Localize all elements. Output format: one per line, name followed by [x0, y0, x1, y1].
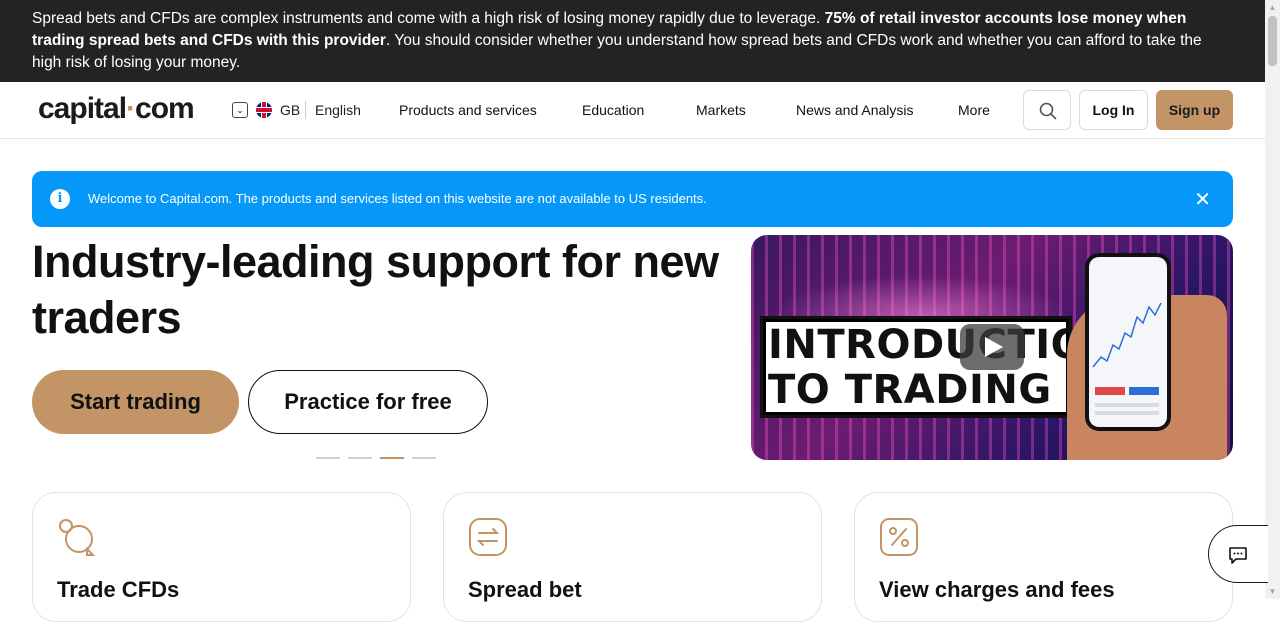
- intro-video-thumbnail[interactable]: INTRODUCTION TO TRADING: [751, 235, 1233, 460]
- region-code[interactable]: GB: [280, 102, 300, 118]
- risk-warning-text: Spread bets and CFDs are complex instrum…: [32, 10, 825, 27]
- search-icon: [1039, 102, 1057, 120]
- page-scrollbar[interactable]: ▲ ▼: [1265, 0, 1280, 599]
- charges-and-fees-card[interactable]: View charges and fees: [854, 492, 1233, 622]
- chat-button[interactable]: [1208, 525, 1268, 583]
- carousel-dot-2[interactable]: [348, 457, 372, 459]
- login-button[interactable]: Log In: [1079, 90, 1148, 130]
- chevron-down-icon[interactable]: ⌄: [232, 102, 248, 118]
- carousel-dot-4[interactable]: [412, 457, 436, 459]
- card-title: View charges and fees: [879, 577, 1115, 602]
- logo-dot: ·: [126, 92, 136, 125]
- scroll-thumb[interactable]: [1268, 16, 1277, 66]
- coins-icon: [59, 519, 96, 556]
- capital-logo[interactable]: capital·com: [38, 92, 195, 126]
- logo-text-suffix: com: [135, 92, 195, 125]
- swap-arrows-icon: [469, 518, 507, 556]
- start-trading-button[interactable]: Start trading: [32, 370, 239, 434]
- scroll-up-arrow-icon[interactable]: ▲: [1265, 0, 1280, 15]
- nav-more[interactable]: More: [958, 102, 990, 118]
- phone-image: [1085, 253, 1171, 431]
- hero-title: Industry-leading support for new traders: [32, 236, 719, 343]
- percent-icon: [880, 518, 918, 556]
- search-button[interactable]: [1023, 90, 1071, 130]
- us-residents-banner: i Welcome to Capital.com. The products a…: [32, 171, 1233, 227]
- practice-for-free-button[interactable]: Practice for free: [248, 370, 488, 434]
- carousel-dot-1[interactable]: [316, 457, 340, 459]
- trade-cfds-card[interactable]: Trade CFDs: [32, 492, 411, 622]
- signup-button[interactable]: Sign up: [1156, 90, 1233, 130]
- scroll-down-arrow-icon[interactable]: ▼: [1265, 584, 1280, 599]
- nav-news-and-analysis[interactable]: News and Analysis: [796, 102, 914, 118]
- phone-screen: [1089, 257, 1167, 427]
- logo-text-prefix: capital: [38, 92, 127, 125]
- main-navbar: capital·com ⌄ GB English Products and se…: [0, 82, 1265, 139]
- card-title: Spread bet: [468, 577, 582, 602]
- risk-warning-bar: Spread bets and CFDs are complex instrum…: [0, 0, 1265, 82]
- uk-flag-icon[interactable]: [256, 102, 272, 118]
- language-selector[interactable]: English: [315, 102, 361, 118]
- phone-chart-image: [1092, 302, 1162, 415]
- carousel-dot-3[interactable]: [380, 457, 404, 459]
- play-icon[interactable]: [960, 324, 1024, 370]
- chat-icon: [1229, 547, 1247, 564]
- card-title: Trade CFDs: [57, 577, 180, 602]
- nav-products-and-services[interactable]: Products and services: [399, 102, 537, 118]
- banner-text: Welcome to Capital.com. The products and…: [88, 191, 707, 206]
- close-icon[interactable]: ✕: [1194, 187, 1211, 212]
- video-title-line-2: TO TRADING: [768, 367, 1052, 413]
- nav-education[interactable]: Education: [582, 102, 644, 118]
- nav-markets[interactable]: Markets: [696, 102, 746, 118]
- info-icon: i: [50, 189, 70, 209]
- spread-bet-card[interactable]: Spread bet: [443, 492, 822, 622]
- language-divider: [305, 101, 306, 119]
